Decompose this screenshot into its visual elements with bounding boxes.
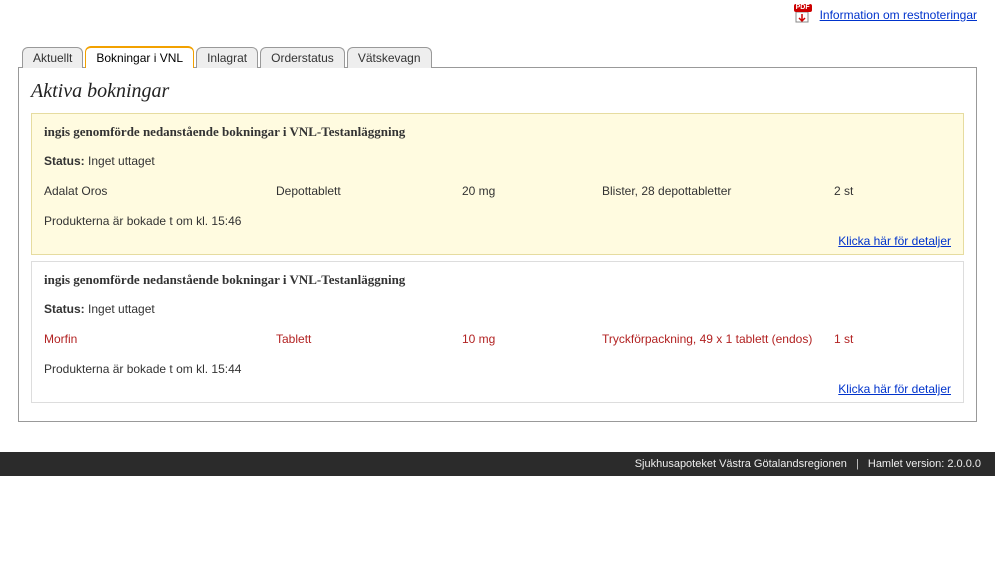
pdf-badge: PDF [794,4,812,12]
booking-block: ingis genomförde nedanstående bokningar … [31,261,964,403]
footer-separator: | [856,458,859,470]
footer-version: Hamlet version: 2.0.0.0 [868,458,981,470]
site-footer: Sjukhusapoteket Västra Götalandsregionen… [0,452,995,476]
bookings-panel: Aktiva bokningar ingis genomförde nedans… [18,67,977,422]
footer-org: Sjukhusapoteket Västra Götalandsregionen [635,458,847,470]
info-restnoteringar-link[interactable]: Information om restnoteringar [820,8,977,22]
tab-bar: Aktuellt Bokningar i VNL Inlagrat Orders… [18,46,977,68]
booking-title: ingis genomförde nedanstående bokningar … [44,124,951,140]
details-link[interactable]: Klicka här för detaljer [838,234,951,248]
booking-block: ingis genomförde nedanstående bokningar … [31,113,964,255]
product-pack: Blister, 28 depottabletter [602,184,834,198]
product-name: Morfin [44,332,276,346]
booking-title: ingis genomförde nedanstående bokningar … [44,272,951,288]
tab-vatskevagn[interactable]: Vätskevagn [347,47,432,68]
status-value: Inget uttaget [88,302,155,316]
booking-footer-text: Produkterna är bokade t om kl. 15:46 [44,214,951,228]
tab-bokningar[interactable]: Bokningar i VNL [85,46,194,68]
status-label: Status: [44,302,85,316]
booking-status: Status: Inget uttaget [44,302,951,316]
product-name: Adalat Oros [44,184,276,198]
product-pack: Tryckförpackning, 49 x 1 tablett (endos) [602,332,834,346]
booking-footer-text: Produkterna är bokade t om kl. 15:44 [44,362,951,376]
booking-row: Adalat Oros Depottablett 20 mg Blister, … [44,184,951,198]
product-form: Tablett [276,332,462,346]
tab-orderstatus[interactable]: Orderstatus [260,47,345,68]
product-qty: 2 st [834,184,914,198]
product-strength: 10 mg [462,332,602,346]
product-strength: 20 mg [462,184,602,198]
status-value: Inget uttaget [88,154,155,168]
booking-row: Morfin Tablett 10 mg Tryckförpackning, 4… [44,332,951,346]
product-form: Depottablett [276,184,462,198]
pdf-download-icon: PDF [792,4,814,26]
booking-status: Status: Inget uttaget [44,154,951,168]
status-label: Status: [44,154,85,168]
tab-inlagrat[interactable]: Inlagrat [196,47,258,68]
details-link[interactable]: Klicka här för detaljer [838,382,951,396]
panel-heading: Aktiva bokningar [31,80,964,103]
top-link-row: PDF Information om restnoteringar [18,0,977,46]
product-qty: 1 st [834,332,914,346]
tab-aktuellt[interactable]: Aktuellt [22,47,83,68]
